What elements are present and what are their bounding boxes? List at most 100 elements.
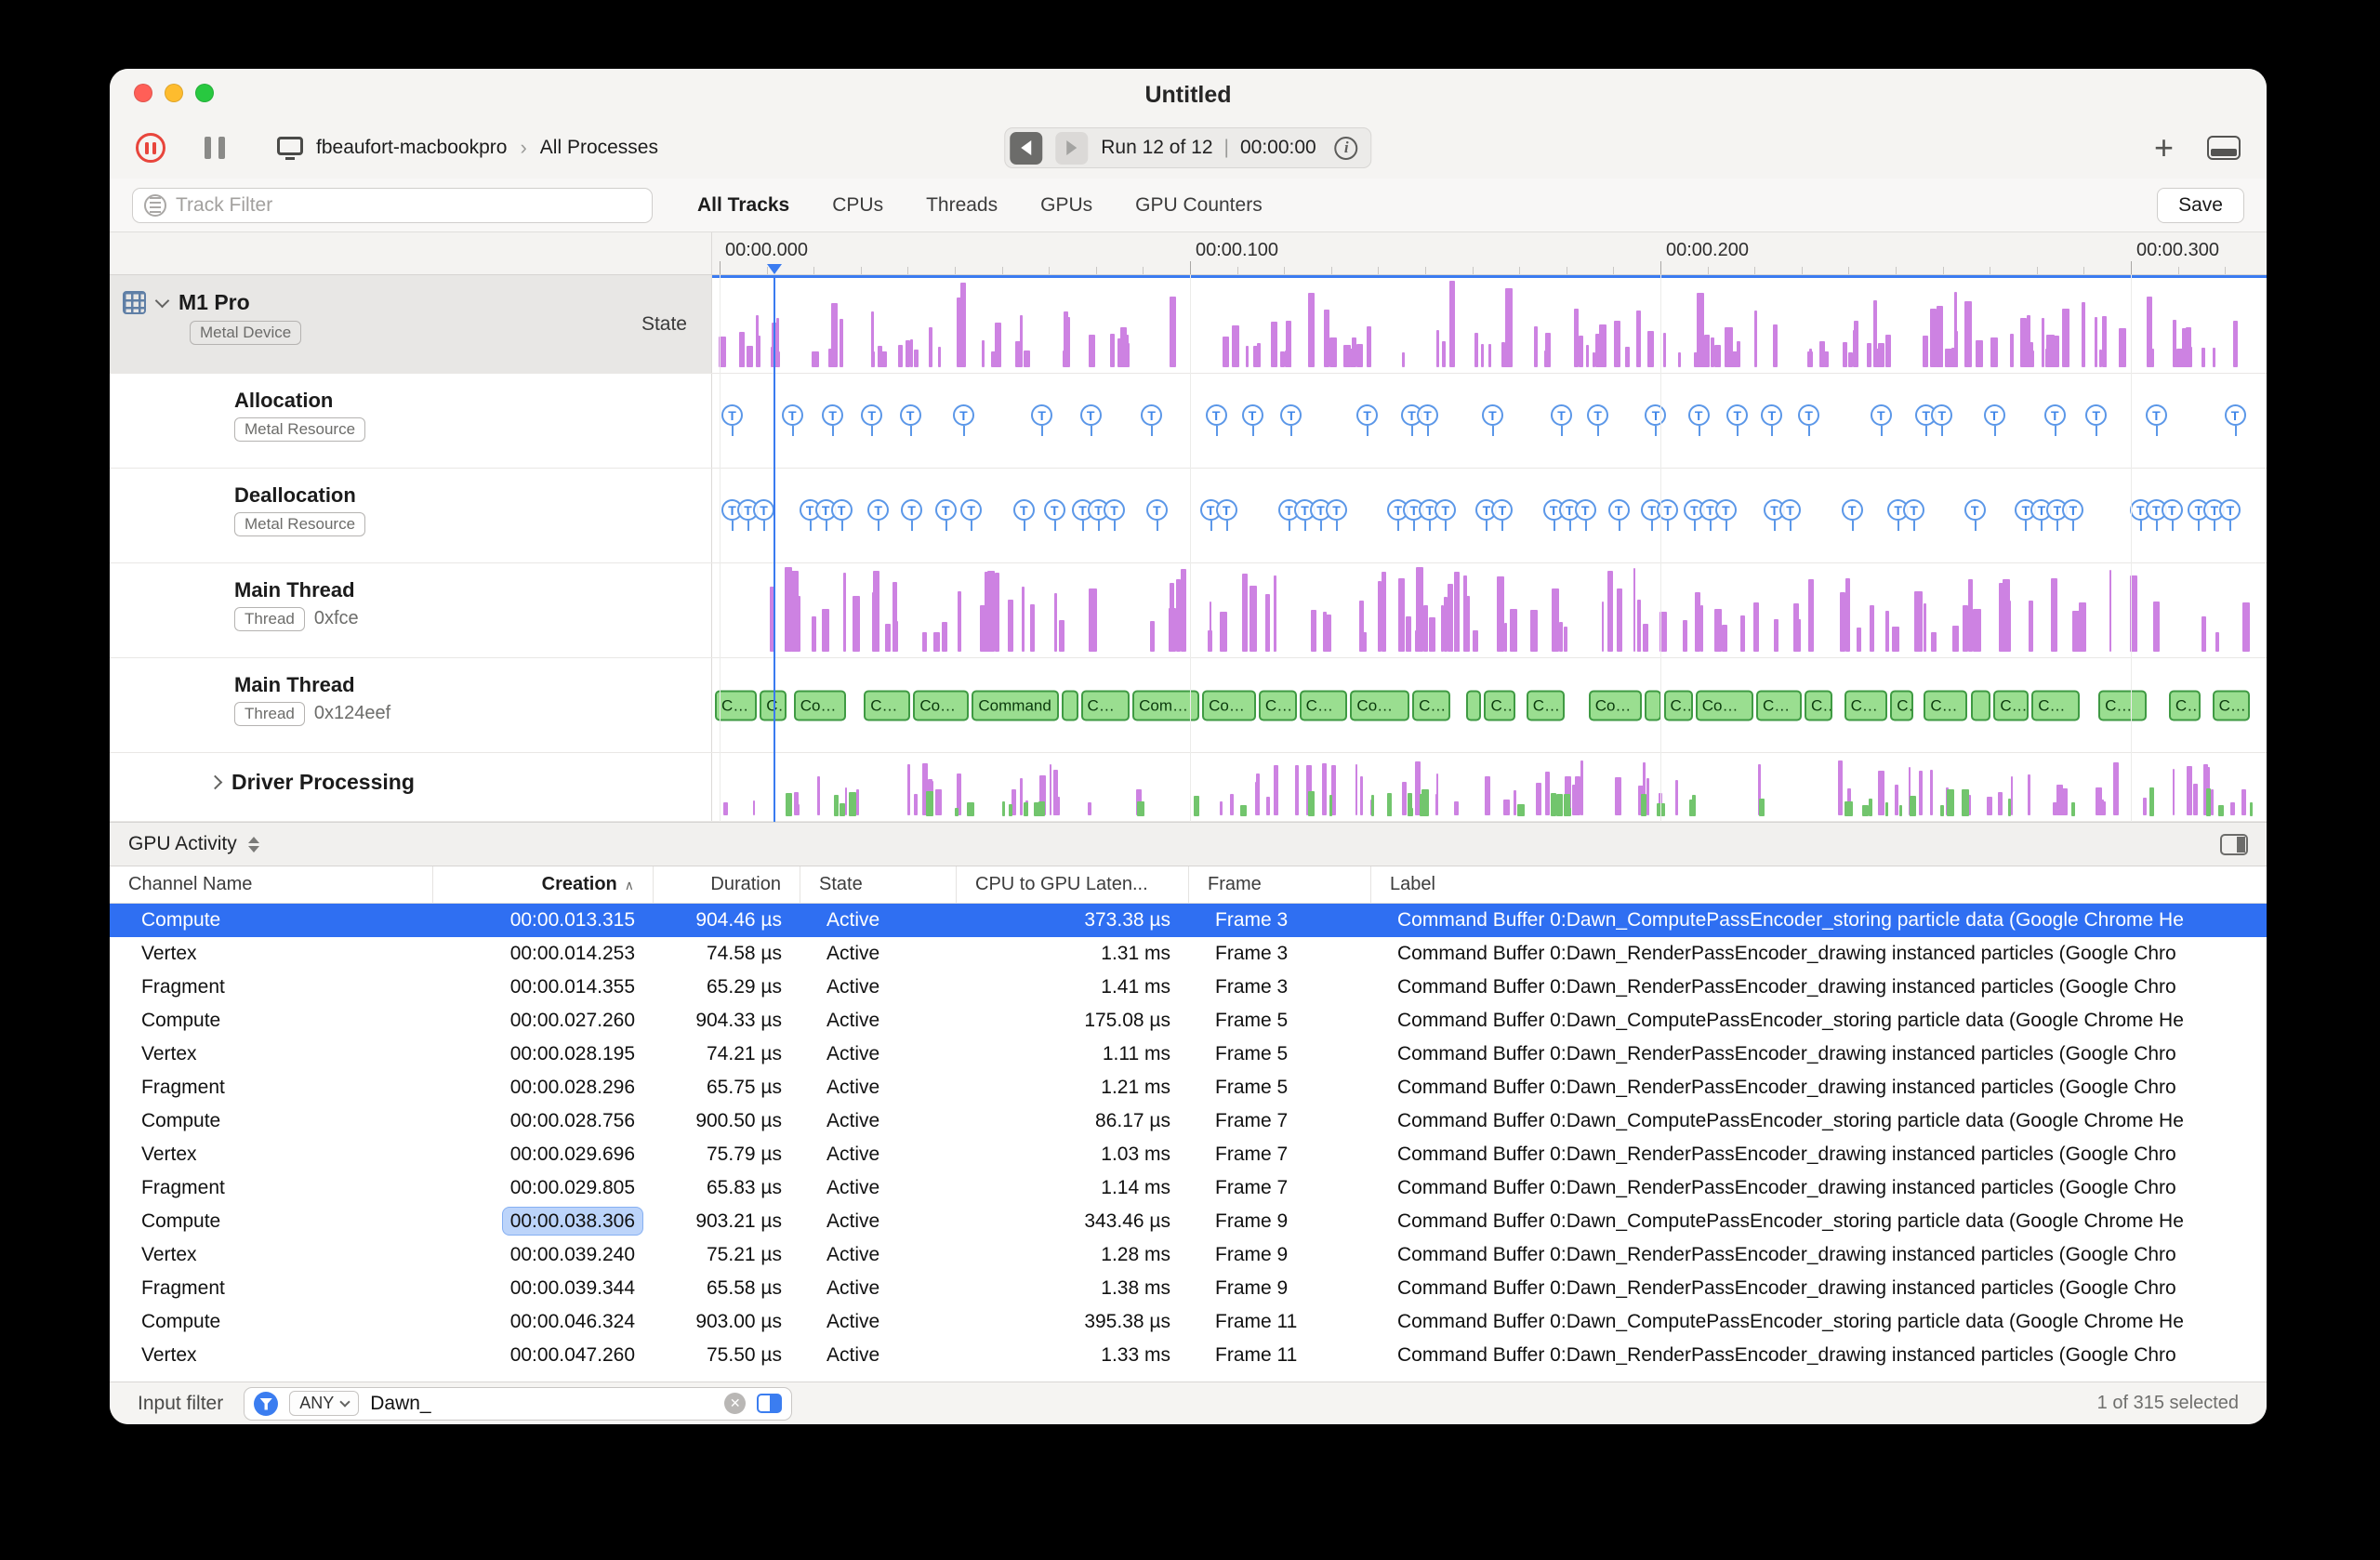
cell-label: Command Buffer 0:Dawn_RenderPassEncoder_… <box>1397 1077 2176 1098</box>
table-row[interactable]: Vertex 00:00.028.195 74.21 µs Active 1.11 ms… <box>110 1038 2267 1071</box>
flag-glyph: T <box>1012 499 1035 521</box>
column-header-duration[interactable]: Duration <box>654 866 800 903</box>
command-buffer-span: Command <box>1663 690 1693 721</box>
table-row[interactable]: Fragment 00:00.029.805 65.83 µs Active 1.14 … <box>110 1171 2267 1205</box>
close-button[interactable] <box>134 84 152 102</box>
table-row[interactable]: Compute 00:00.013.315 904.46 µs Active 373.3… <box>110 904 2267 937</box>
previous-run-button[interactable] <box>1010 131 1043 165</box>
detail-view-selector[interactable]: GPU Activity <box>128 833 259 855</box>
track-plot-allocation-1[interactable]: TTTTTTTTTTTTTTTTTTTTTTTTTTTTTTT <box>712 374 2267 468</box>
add-instrument-button[interactable]: + <box>2154 131 2174 165</box>
input-filter-field[interactable]: ANY ✕ <box>244 1386 793 1421</box>
track-filter-input[interactable] <box>176 193 641 217</box>
match-mode-dropdown[interactable]: ANY <box>289 1391 360 1416</box>
track-title-row: Allocation <box>110 374 711 413</box>
thread-activity-bar <box>1564 626 1568 652</box>
table-row[interactable]: Compute 00:00.046.324 903.00 µs Active 395.3… <box>110 1305 2267 1339</box>
allocation-flag-icon: T <box>861 404 883 436</box>
flag-stem <box>1597 426 1600 436</box>
track-filter-field[interactable] <box>132 187 653 223</box>
desktop: { "colors": { "accent_blue": "#3a7bf0", … <box>0 0 2380 1560</box>
flag-stem <box>1041 426 1044 436</box>
next-run-button[interactable] <box>1055 131 1089 165</box>
thread-activity-bar <box>1029 604 1035 652</box>
track-row-allocation-1[interactable]: Allocation Metal Resource T T T T T T T T T T T T T T T T… <box>110 374 2267 469</box>
track-row-m1-pro-0[interactable]: M1 Pro Metal Device State <box>110 275 2267 374</box>
track-row-main-thread-0x124eef[interactable]: Main ThreadThread0x124eefCommandCommandC… <box>110 658 2267 753</box>
track-plot-main-thread-4[interactable]: CommandCommandCommandCommandCommandComma… <box>712 658 2267 752</box>
input-filter-text[interactable] <box>370 1392 714 1415</box>
bottom-pane-toggle-icon[interactable] <box>2207 136 2241 160</box>
ruler-corner <box>110 232 712 274</box>
clear-filter-icon[interactable]: ✕ <box>724 1393 747 1414</box>
table-row[interactable]: Compute 00:00.028.756 900.50 µs Active 86.17… <box>110 1104 2267 1138</box>
table-row[interactable]: Fragment 00:00.014.355 65.29 µs Active 1.41 … <box>110 971 2267 1004</box>
save-button[interactable]: Save <box>2157 187 2244 223</box>
state-bar <box>1586 345 1589 367</box>
deallocation-flag-icon: T <box>1043 499 1065 531</box>
track-plot-deallocation-2[interactable]: TTTTTTTTTTTTTTTTTTTTTTTTTTTTTTTTTTTTTTTT… <box>712 469 2267 562</box>
track-plot-driver-processing-5[interactable] <box>712 753 2267 821</box>
track-row-deallocation-2[interactable]: Deallocation Metal Resource T T T T T T T T T T T T T T… <box>110 469 2267 563</box>
driver-command-bar <box>1240 804 1248 816</box>
state-bar <box>1663 333 1667 367</box>
tab-gpus[interactable]: GPUs <box>1040 194 1092 217</box>
column-header-state[interactable]: State <box>800 866 957 903</box>
filter-scope-toggle-icon[interactable] <box>757 1394 783 1413</box>
column-header-cpu-to-gpu-laten[interactable]: CPU to GPU Laten... <box>957 866 1189 903</box>
target-selector[interactable]: fbeaufort-macbookpro › All Processes <box>277 136 658 160</box>
table-row[interactable]: Fragment 00:00.028.296 65.75 µs Active 1.21 … <box>110 1071 2267 1104</box>
state-bar <box>747 345 753 367</box>
tab-threads[interactable]: Threads <box>926 194 998 217</box>
column-header-label[interactable]: Label <box>1371 866 2267 903</box>
flag-glyph: T <box>1903 499 1925 521</box>
tab-all-tracks[interactable]: All Tracks <box>697 194 789 217</box>
table-row[interactable]: Fragment 00:00.039.344 65.58 µs Active 1.38 … <box>110 1272 2267 1305</box>
track-label: Main Thread Thread 0xfce <box>110 563 712 657</box>
track-plot-m1-pro-0[interactable] <box>712 275 2267 373</box>
ruler-tick <box>1330 267 1332 274</box>
ruler-tick <box>1472 267 1474 274</box>
zoom-button[interactable] <box>195 84 214 102</box>
track-name: Driver Processing <box>231 770 415 794</box>
toolbar: fbeaufort-macbookpro › All Processes Run… <box>110 117 2267 178</box>
table-row[interactable]: Vertex 00:00.039.240 75.21 µs Active 1.28 ms… <box>110 1238 2267 1272</box>
flag-stem <box>2025 521 2028 531</box>
flag-stem <box>1225 521 1228 531</box>
column-header-creation[interactable]: Creation ∧ <box>433 866 654 903</box>
table-row[interactable]: Compute 00:00.038.306 903.21 µs Active 343.4… <box>110 1205 2267 1238</box>
disclosure-chevron-icon[interactable] <box>207 774 223 790</box>
column-header-channel-name[interactable]: Channel Name <box>110 866 433 903</box>
funnel-filter-icon[interactable] <box>254 1391 279 1416</box>
timeline-header: 00:00.000 00:00.100 00:00.200 00:00.300 <box>110 232 2267 275</box>
timeline-ruler[interactable]: 00:00.000 00:00.100 00:00.200 00:00.300 <box>712 232 2267 274</box>
table-row[interactable]: Compute 00:00.027.260 904.33 µs Active 175.0… <box>110 1004 2267 1038</box>
playhead-marker[interactable] <box>767 264 782 274</box>
driver-command-bar <box>785 793 793 816</box>
record-stop-icon[interactable] <box>136 133 165 163</box>
cell-channel-name: Vertex <box>141 1144 197 1165</box>
flag-glyph: T <box>2145 404 2167 426</box>
disclosure-chevron-icon[interactable] <box>154 293 170 309</box>
command-buffer-span: Command <box>972 690 1059 721</box>
pause-icon[interactable] <box>205 137 225 159</box>
tab-cpus[interactable]: CPUs <box>832 194 883 217</box>
tab-gpu-counters[interactable]: GPU Counters <box>1135 194 1263 217</box>
flag-stem <box>2171 521 2174 531</box>
cell-state: Active <box>826 1110 880 1131</box>
table-row[interactable]: Vertex 00:00.014.253 74.58 µs Active 1.31 ms… <box>110 937 2267 971</box>
state-bar <box>1127 342 1130 367</box>
thread-activity-bar <box>769 587 775 652</box>
track-row-main-thread-0xfce[interactable]: Main Thread Thread 0xfce <box>110 563 2267 658</box>
instruments-window: Untitled fbeaufort-macbookpro › All Proc… <box>110 69 2267 1424</box>
table-row[interactable]: Vertex 00:00.029.696 75.79 µs Active 1.03 ms… <box>110 1138 2267 1171</box>
info-icon[interactable]: i <box>1334 136 1358 160</box>
track-row-driver-processing-5[interactable]: Driver Processing <box>110 753 2267 822</box>
ruler-tick <box>1095 267 1097 274</box>
track-plot-main-thread-3[interactable] <box>712 563 2267 657</box>
table-row[interactable]: Vertex 00:00.047.260 75.50 µs Active 1.33 ms… <box>110 1339 2267 1372</box>
inspector-toggle-icon[interactable] <box>2220 833 2248 855</box>
column-header-frame[interactable]: Frame <box>1189 866 1371 903</box>
minimize-button[interactable] <box>165 84 183 102</box>
thread-activity-bar <box>1845 578 1851 652</box>
